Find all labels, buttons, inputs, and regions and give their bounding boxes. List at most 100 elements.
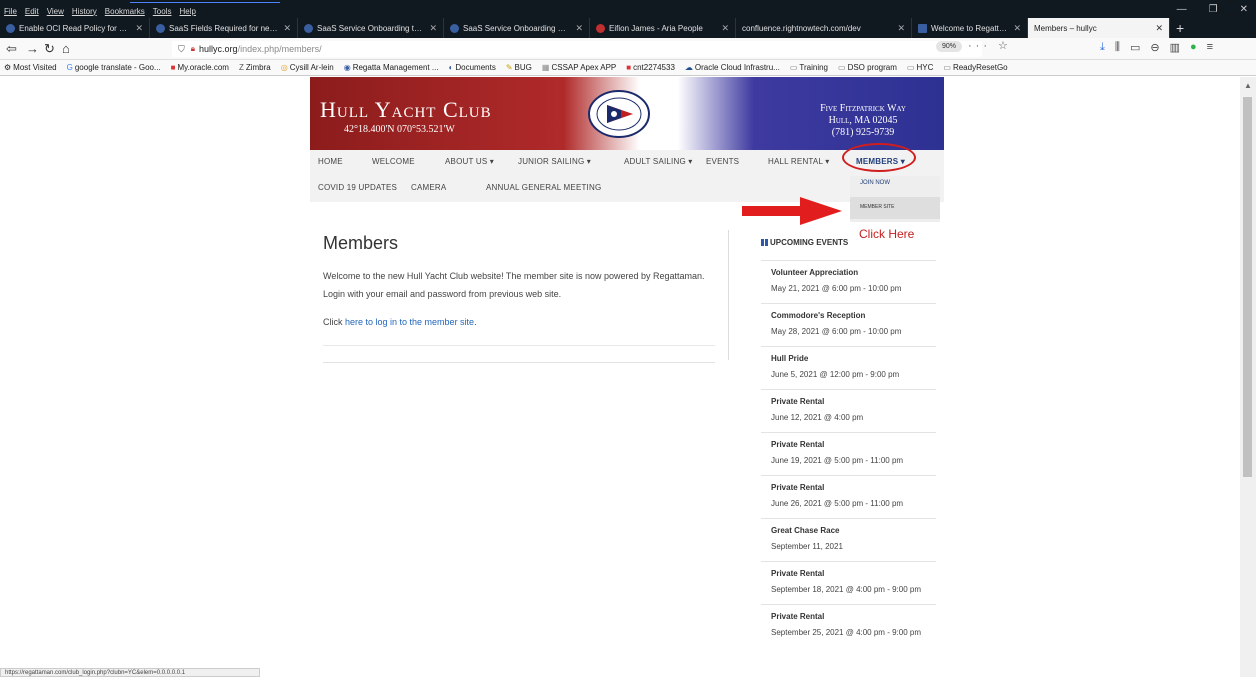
menu-view[interactable]: View <box>47 7 64 16</box>
bookmark-training[interactable]: ▭ Training <box>790 63 828 72</box>
back-icon[interactable]: ⇦ <box>6 41 17 57</box>
menu-edit[interactable]: Edit <box>25 7 39 16</box>
download-icon[interactable]: ⤓ <box>1100 41 1105 54</box>
event-date: September 18, 2021 @ 4:00 pm - 9:00 pm <box>771 585 921 594</box>
dropdown-join-now[interactable]: JOIN NOW <box>860 180 890 186</box>
zoom-level-badge[interactable]: 90% <box>936 41 962 52</box>
bookmark-google-translate[interactable]: Ggoogle translate - Goo... <box>67 63 161 72</box>
bookmark-zimbra[interactable]: Z Zimbra <box>239 63 271 72</box>
bookmark-label: cnt2274533 <box>633 63 675 72</box>
menu-tools[interactable]: Tools <box>153 7 172 16</box>
tab-3[interactable]: SaaS Service Onboarding toolk ✕ <box>298 18 444 38</box>
close-icon[interactable]: ✕ <box>135 23 143 34</box>
burgee-logo-icon[interactable] <box>587 89 651 139</box>
home-icon[interactable]: ⌂ <box>62 41 70 56</box>
close-window-button[interactable]: ✕ <box>1240 4 1248 15</box>
bookmark-cssap[interactable]: ▦ CSSAP Apex APP <box>542 63 616 72</box>
extension-icon[interactable]: ▥ <box>1170 41 1180 54</box>
menu-icon[interactable]: ≡ <box>1207 41 1213 54</box>
tab-7[interactable]: Welcome to Regatta Managem ✕ <box>912 18 1028 38</box>
tab-label: confluence.rightnowtech.com/dev <box>742 23 861 33</box>
page-scrollbar[interactable]: ▲ <box>1240 77 1256 677</box>
bookmark-hyc[interactable]: ▭ HYC <box>907 63 933 72</box>
scrollbar-thumb[interactable] <box>1243 97 1252 477</box>
close-icon[interactable]: ✕ <box>575 23 583 34</box>
nav-hall-rental[interactable]: HALL RENTAL ▾ <box>768 157 829 166</box>
bookmark-label: My.oracle.com <box>177 63 229 72</box>
library-icon[interactable]: ⫼ <box>1115 41 1120 54</box>
club-name[interactable]: Hull Yacht Club <box>320 97 492 123</box>
close-icon[interactable]: ✕ <box>1155 23 1163 34</box>
maximize-button[interactable]: ❐ <box>1209 4 1218 15</box>
tab-1[interactable]: Enable OCI Read Policy for Sys ✕ <box>0 18 150 38</box>
bookmark-readyresetgo[interactable]: ▭ ReadyResetGo <box>943 63 1007 72</box>
tab-2[interactable]: SaaS Fields Required for new s ✕ <box>150 18 298 38</box>
new-tab-button[interactable]: + <box>1170 18 1190 38</box>
nav-camera[interactable]: CAMERA <box>411 183 446 192</box>
reload-icon[interactable]: ↻ <box>44 41 55 57</box>
event-title[interactable]: Private Rental <box>771 396 936 408</box>
event-title[interactable]: Private Rental <box>771 568 936 580</box>
nav-about-us[interactable]: ABOUT US ▾ <box>445 157 494 166</box>
event-title[interactable]: Commodore's Reception <box>771 310 936 322</box>
menu-file[interactable]: File <box>4 7 17 16</box>
shield-icon[interactable]: ⛉ <box>178 44 185 55</box>
close-icon[interactable]: ✕ <box>429 23 437 34</box>
tab-5[interactable]: Eifion James - Aria People ✕ <box>590 18 736 38</box>
login-prefix: Click <box>323 317 345 327</box>
login-link[interactable]: here to log in to the member site <box>345 317 474 327</box>
close-icon[interactable]: ✕ <box>283 23 291 34</box>
nav-home[interactable]: HOME <box>318 157 343 166</box>
bookmark-my-oracle[interactable]: ■ My.oracle.com <box>171 63 229 72</box>
nav-welcome[interactable]: WELCOME <box>372 157 415 166</box>
bookmarks-bar: ⚙ Most Visited Ggoogle translate - Goo...… <box>0 60 1256 76</box>
bookmark-cnt[interactable]: ■ cnt2274533 <box>626 63 675 72</box>
extension-green-icon[interactable]: ● <box>1190 41 1197 54</box>
dropdown-member-site[interactable]: MEMBER SITE <box>850 197 940 219</box>
page-actions-icon[interactable]: ··· ☆ <box>968 39 1012 52</box>
bookmark-dso[interactable]: ▭ DSO program <box>838 63 897 72</box>
events-heading-label: UPCOMING EVENTS <box>770 238 849 247</box>
close-icon[interactable]: ✕ <box>897 23 905 34</box>
event-title[interactable]: Volunteer Appreciation <box>771 267 936 279</box>
menu-history[interactable]: History <box>72 7 97 16</box>
event-title[interactable]: Great Chase Race <box>771 525 936 537</box>
event-title[interactable]: Private Rental <box>771 611 936 623</box>
nav-covid-updates[interactable]: COVID 19 UPDATES <box>318 183 397 192</box>
event-date: September 25, 2021 @ 4:00 pm - 9:00 pm <box>771 628 921 637</box>
tab-4[interactable]: SaaS Service Onboarding Overv ✕ <box>444 18 590 38</box>
minimize-button[interactable]: — <box>1177 4 1187 15</box>
forward-icon[interactable]: → <box>26 41 39 56</box>
nav-junior-sailing[interactable]: JUNIOR SAILING ▾ <box>518 157 591 166</box>
oracle-icon: ■ <box>170 63 176 72</box>
tab-8-active[interactable]: Members – hullyc ✕ <box>1028 18 1170 38</box>
bookmark-regatta[interactable]: ◉ Regatta Management ... <box>344 63 439 72</box>
oracle-icon: ■ <box>626 63 632 72</box>
folder-icon: ▭ <box>789 63 798 72</box>
bookmark-bug[interactable]: ✎ BUG <box>506 63 532 72</box>
window-controls: — ❐ ✕ <box>1177 4 1248 15</box>
tab-favicon-icon <box>596 23 605 33</box>
menu-bookmarks[interactable]: Bookmarks <box>105 7 145 16</box>
bookmark-cysill[interactable]: ◎ Cysill Ar-lein <box>281 63 334 72</box>
nav-adult-sailing[interactable]: ADULT SAILING ▾ <box>624 157 693 166</box>
url-bar[interactable]: ⛉ 🔒︎ hullyc.org/index.php/members/ <box>172 41 982 57</box>
event-title[interactable]: Private Rental <box>771 482 936 494</box>
nav-annual-general-meeting[interactable]: ANNUAL GENERAL MEETING <box>486 183 601 192</box>
close-icon[interactable]: ✕ <box>1013 23 1021 34</box>
tab-6[interactable]: confluence.rightnowtech.com/dev ✕ <box>736 18 912 38</box>
sidebar-icon[interactable]: ▭ <box>1130 41 1140 54</box>
bookmark-most-visited[interactable]: ⚙ Most Visited <box>4 63 57 72</box>
lock-icon[interactable]: 🔒︎ <box>191 44 195 54</box>
account-icon[interactable]: ⊖ <box>1150 41 1159 54</box>
scroll-up-icon[interactable]: ▲ <box>1244 81 1252 90</box>
bookmark-oci[interactable]: ☁ Oracle Cloud Infrastru... <box>685 63 780 72</box>
tab-label: Welcome to Regatta Managem <box>931 23 1009 33</box>
menu-help[interactable]: Help <box>179 7 195 16</box>
event-title[interactable]: Hull Pride <box>771 353 936 365</box>
bookmark-documents[interactable]: ◐ Documents <box>449 63 496 72</box>
close-icon[interactable]: ✕ <box>721 23 729 34</box>
nav-events[interactable]: EVENTS <box>706 157 739 166</box>
bookmark-label: google translate - Goo... <box>74 63 161 72</box>
event-title[interactable]: Private Rental <box>771 439 936 451</box>
